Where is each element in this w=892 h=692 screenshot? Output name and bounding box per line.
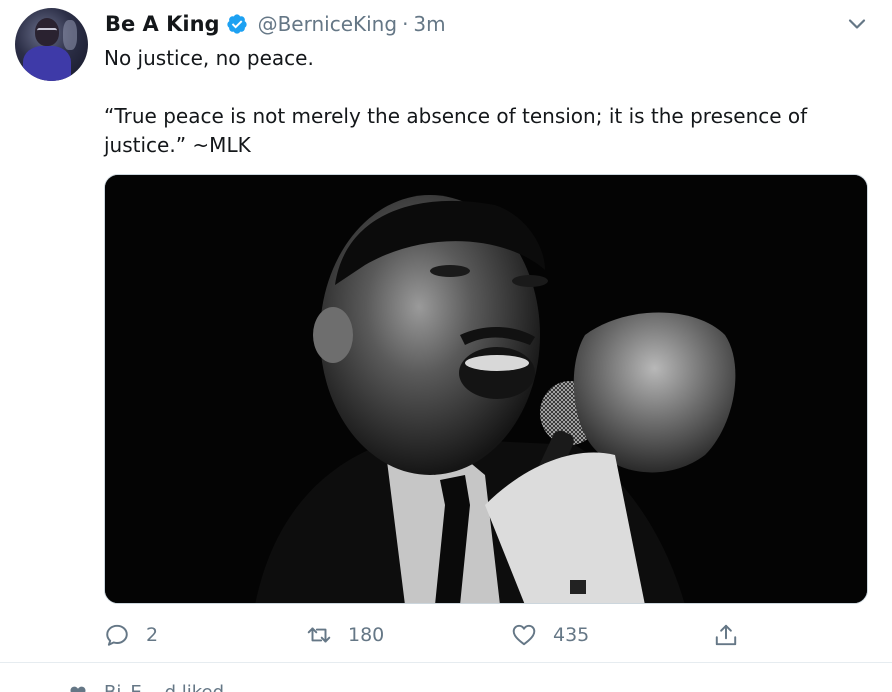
like-button[interactable]: 435 (511, 620, 589, 650)
photo-mlk-speaking (105, 175, 867, 603)
avatar[interactable] (15, 8, 88, 81)
tweet-timestamp[interactable]: 3m (413, 12, 445, 36)
tweet-text-line1: No justice, no peace. (104, 46, 314, 70)
retweet-count: 180 (348, 624, 385, 646)
verified-badge-icon (226, 14, 247, 34)
liked-heart-icon (70, 686, 86, 692)
heart-icon (512, 624, 536, 646)
tweet-photo[interactable] (104, 174, 868, 604)
user-handle[interactable]: @BerniceKing (258, 12, 397, 36)
liked-by-text[interactable]: Bi_E... d liked (104, 682, 224, 692)
tweet[interactable]: Be A King @BerniceKing · 3m No justice, … (0, 0, 892, 663)
retweet-button[interactable]: 180 (306, 620, 384, 650)
like-count: 435 (553, 624, 590, 646)
next-tweet-context: Bi_E... d liked (0, 664, 892, 692)
retweet-icon (307, 627, 331, 643)
avatar-glasses (37, 28, 57, 33)
tweet-header: Be A King @BerniceKing · 3m (105, 11, 446, 37)
avatar-highlight (63, 20, 77, 50)
share-icon (715, 624, 737, 646)
share-button[interactable] (713, 620, 739, 650)
avatar-body (23, 46, 71, 81)
separator-dot: · (402, 12, 409, 36)
tweet-text: No justice, no peace. “True peace is not… (104, 44, 844, 160)
reply-icon (106, 624, 128, 646)
reply-button[interactable]: 2 (104, 620, 158, 650)
tweet-text-quote: “True peace is not merely the absence of… (104, 104, 808, 157)
tweet-actions: 2 180 435 (0, 620, 892, 650)
display-name[interactable]: Be A King (105, 12, 220, 36)
chevron-down-icon[interactable] (845, 12, 869, 36)
reply-count: 2 (146, 624, 159, 646)
